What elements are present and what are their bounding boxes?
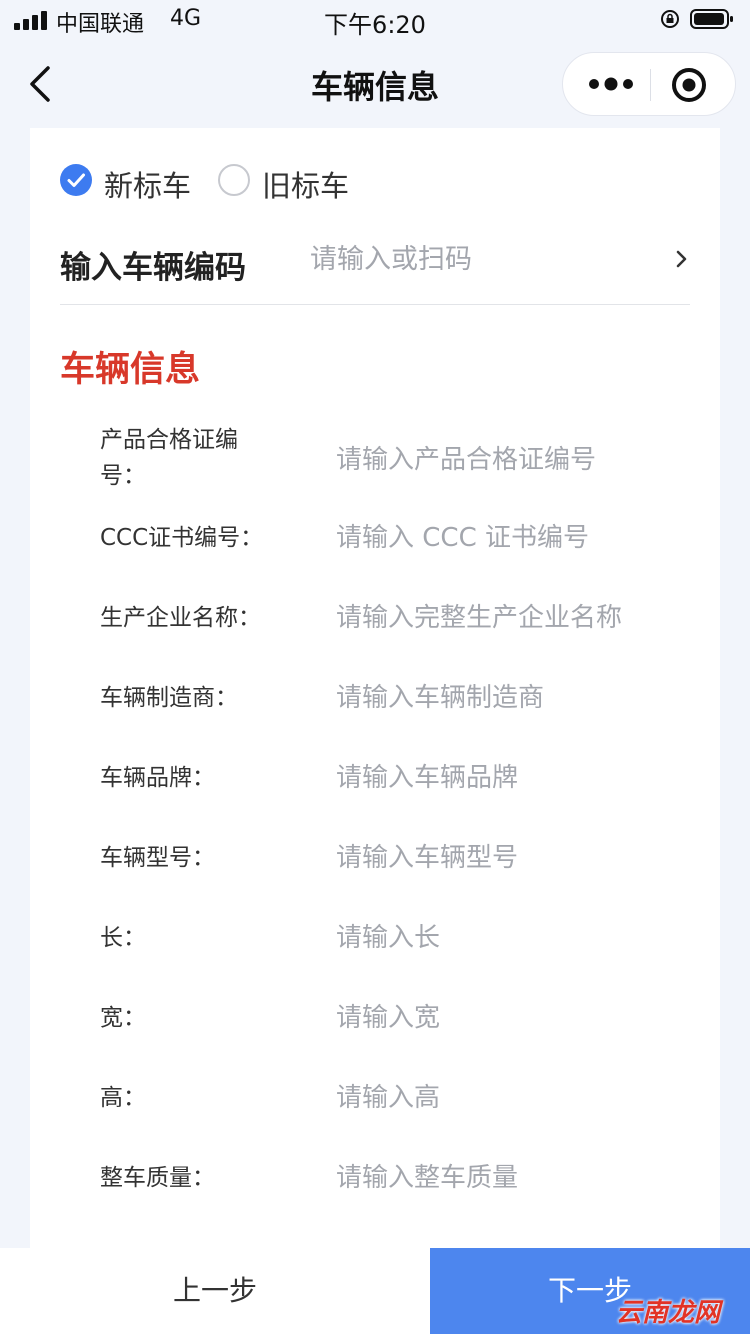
field-row-certificate-no: 产品合格证编号： <box>100 422 696 502</box>
checked-circle-icon <box>60 164 92 196</box>
field-row-curb-weight: 整车质量： <box>100 1156 696 1204</box>
field-row-width: 宽： <box>100 996 696 1044</box>
target-close-icon[interactable] <box>669 65 709 105</box>
watermark-logo: 云南龙网 <box>616 1298 721 1328</box>
radio-old-plate-label: 旧标车 <box>262 169 350 203</box>
field-row-vehicle-brand: 车辆品牌： <box>100 756 696 804</box>
vehicle-code-input[interactable] <box>310 234 650 284</box>
ccc-no-input[interactable] <box>336 516 696 560</box>
vehicle-model-input[interactable] <box>336 836 696 880</box>
vehicle-maker-input[interactable] <box>336 676 696 720</box>
field-row-length: 长： <box>100 916 696 964</box>
curb-weight-input[interactable] <box>336 1156 696 1200</box>
unchecked-circle-icon <box>218 164 250 196</box>
rotation-lock-icon <box>661 10 679 28</box>
field-label: 车辆型号： <box>100 845 215 871</box>
radio-new-plate-label: 新标车 <box>104 169 192 203</box>
height-input[interactable] <box>336 1076 696 1120</box>
field-label: 宽： <box>100 1005 146 1031</box>
width-input[interactable] <box>336 996 696 1040</box>
field-label: 车辆品牌： <box>100 765 215 791</box>
field-row-manufacturer-name: 生产企业名称： <box>100 596 696 644</box>
nav-bar: 车辆信息 <box>0 44 750 124</box>
length-input[interactable] <box>336 916 696 960</box>
prev-step-button[interactable]: 上一步 <box>0 1248 430 1334</box>
manufacturer-name-input[interactable] <box>336 596 696 640</box>
field-label: 产品合格证编号： <box>100 427 238 489</box>
field-label: 长： <box>100 925 146 951</box>
certificate-no-input[interactable] <box>336 438 696 482</box>
section-title: 车辆信息 <box>60 350 201 390</box>
chevron-right-icon <box>676 250 687 268</box>
radio-new-plate[interactable]: 新标车 <box>60 161 210 203</box>
field-label: 整车质量： <box>100 1165 215 1191</box>
field-row-vehicle-maker: 车辆制造商： <box>100 676 696 724</box>
more-dots-icon[interactable] <box>581 65 641 103</box>
field-row-height: 高： <box>100 1076 696 1124</box>
capsule-divider <box>650 69 651 101</box>
mini-program-capsule <box>562 52 736 116</box>
field-label: 高： <box>100 1085 146 1111</box>
radio-old-plate[interactable]: 旧标车 <box>218 161 368 203</box>
field-label: 生产企业名称： <box>100 605 261 631</box>
divider <box>60 304 690 305</box>
vehicle-code-label: 输入车辆编码 <box>60 250 246 286</box>
vehicle-code-row[interactable]: 输入车辆编码 <box>60 224 690 304</box>
field-label: CCC证书编号： <box>100 525 264 551</box>
status-time: 下午6:20 <box>324 11 426 39</box>
field-label: 车辆制造商： <box>100 685 238 711</box>
status-bar: 中国联通 4G 下午6:20 <box>0 0 750 40</box>
field-row-ccc-no: CCC证书编号： <box>100 516 696 564</box>
vehicle-brand-input[interactable] <box>336 756 696 800</box>
field-row-vehicle-model: 车辆型号： <box>100 836 696 884</box>
battery-icon <box>690 9 733 29</box>
form-card: 新标车 旧标车 输入车辆编码 车辆信息 产品合格证编号： CCC证书编号： 生产… <box>30 128 720 1258</box>
